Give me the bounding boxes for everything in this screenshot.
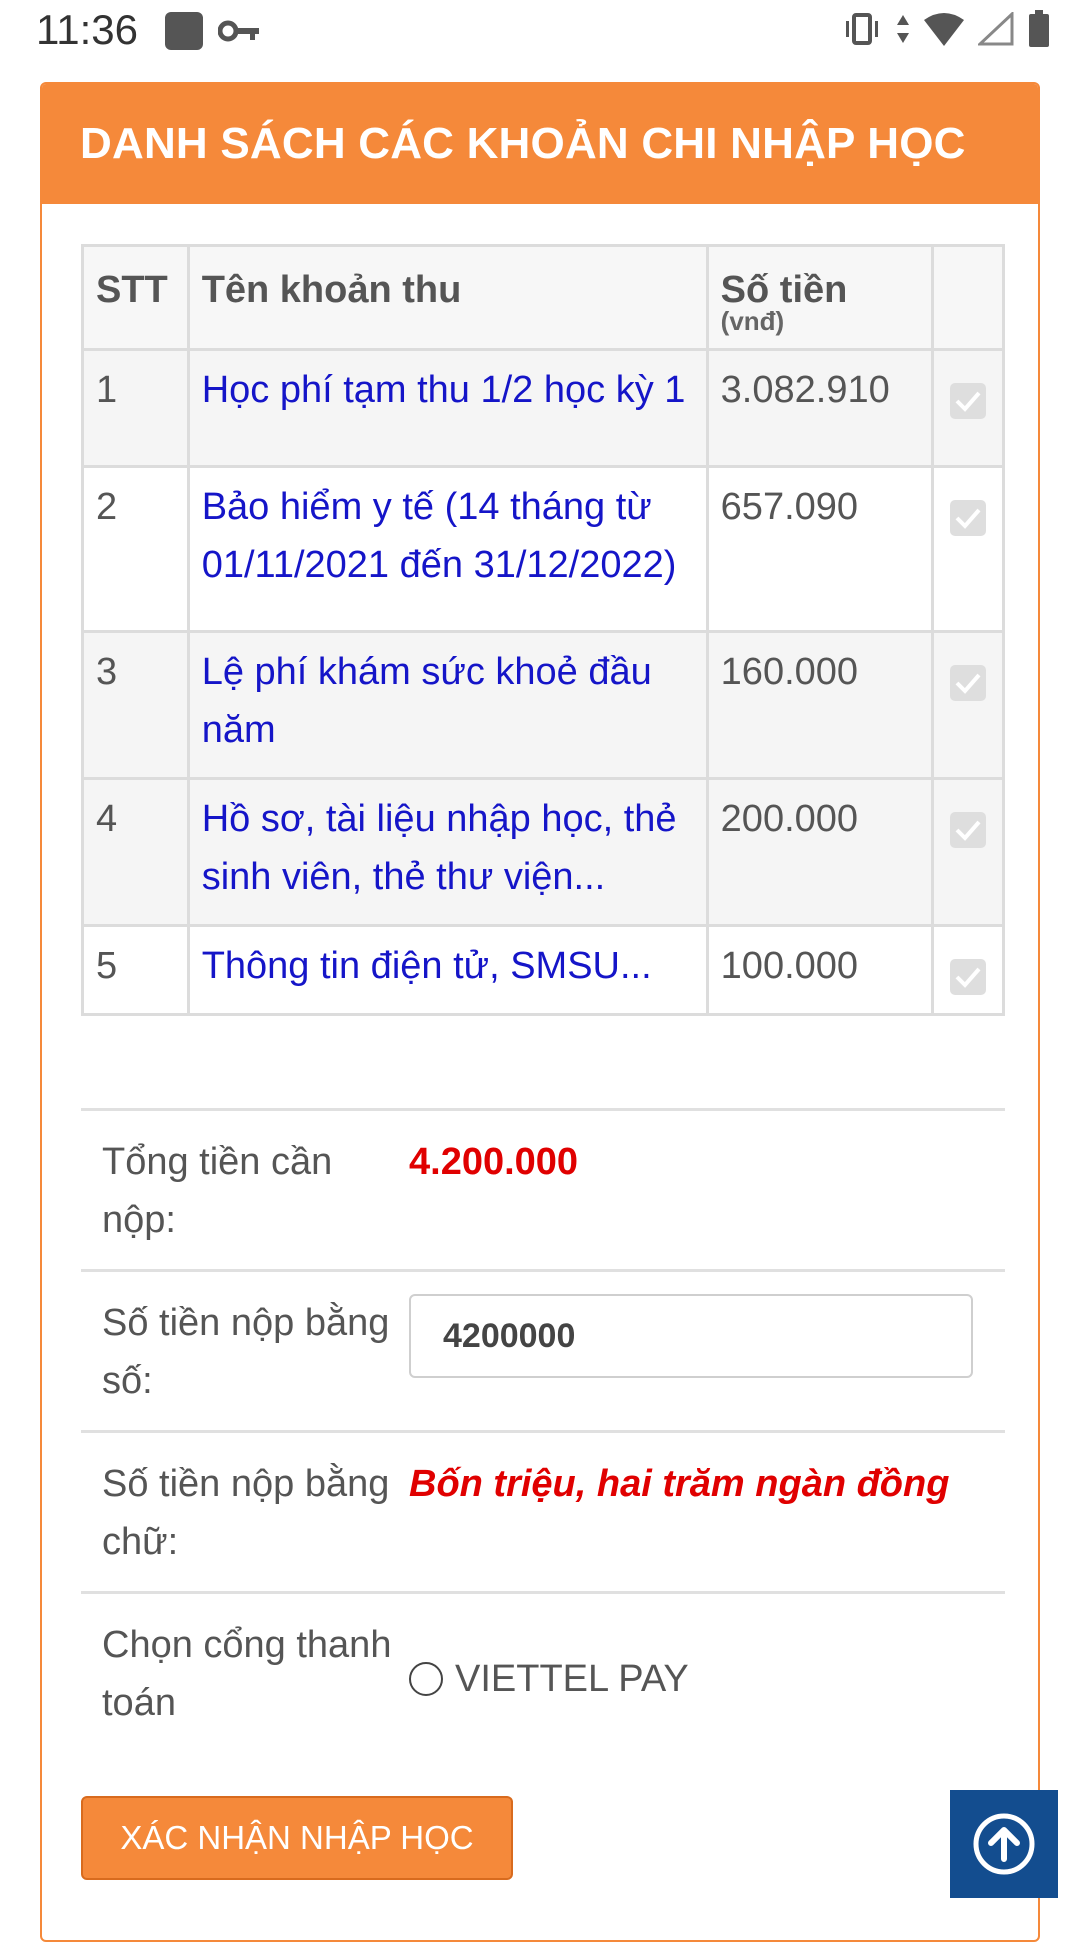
amount-number-label: Số tiền nộp bằng số: <box>102 1302 390 1402</box>
header-amount-unit: (vnđ) <box>720 306 785 336</box>
check-icon <box>955 391 981 412</box>
table-row: 3 Lệ phí khám sức khoẻ đầu năm 160.000 <box>81 630 1005 780</box>
status-time: 11:36 <box>36 6 138 53</box>
payment-summary: Tổng tiền cần nộp: 4.200.000 Số tiền nộp… <box>81 1108 1005 1752</box>
admission-fees-card: DANH SÁCH CÁC KHOẢN CHI NHẬP HỌC STT Tên… <box>40 82 1040 1942</box>
checkbox-checked[interactable] <box>950 383 987 419</box>
amount-words-label: Số tiền nộp bằng chữ: <box>102 1463 390 1563</box>
row-stt: 5 <box>81 924 190 1016</box>
arrow-up-circle-icon <box>973 1813 1035 1875</box>
row-check-cell <box>931 630 1005 780</box>
row-check-cell <box>931 777 1005 927</box>
card-title: DANH SÁCH CÁC KHOẢN CHI NHẬP HỌC <box>80 119 966 168</box>
checkbox-checked[interactable] <box>950 812 987 848</box>
amount-number-row: Số tiền nộp bằng số: <box>81 1269 1005 1430</box>
row-amount: 160.000 <box>705 630 935 780</box>
row-amount: 100.000 <box>705 924 935 1016</box>
table-row: 4 Hồ sơ, tài liệu nhập học, thẻ sinh viê… <box>81 777 1005 927</box>
gateway-label: Chọn cổng thanh toán <box>102 1624 392 1724</box>
vpn-key-icon <box>218 20 259 42</box>
gateway-option-viettel[interactable]: VIETTEL PAY <box>409 1650 1005 1708</box>
battery-icon <box>1029 10 1049 47</box>
row-check-cell <box>931 924 1005 1016</box>
status-bar: 11:36 <box>0 0 1080 62</box>
header-check <box>931 244 1005 351</box>
header-name: Tên khoản thu <box>186 244 709 351</box>
fee-table: STT Tên khoản thu Số tiền (vnđ) 1 Học ph… <box>81 244 1005 1016</box>
table-row: 5 Thông tin điện tử, SMSU... 100.000 <box>81 924 1005 1016</box>
wifi-icon <box>924 13 964 46</box>
checkbox-checked[interactable] <box>950 665 987 701</box>
total-label: Tổng tiền cần nộp: <box>102 1141 333 1241</box>
row-stt: 1 <box>81 348 190 468</box>
amount-words-value: Bốn triệu, hai trăm ngàn đồng <box>409 1463 950 1505</box>
check-icon <box>955 673 981 694</box>
amount-words-row: Số tiền nộp bằng chữ: Bốn triệu, hai tră… <box>81 1430 1005 1591</box>
check-icon <box>955 967 981 988</box>
row-name-link[interactable]: Hồ sơ, tài liệu nhập học, thẻ sinh viên,… <box>186 777 709 927</box>
row-name-link[interactable]: Lệ phí khám sức khoẻ đầu năm <box>186 630 709 780</box>
row-amount: 3.082.910 <box>705 348 935 468</box>
scroll-to-top-button[interactable] <box>950 1790 1058 1898</box>
table-row: 1 Học phí tạm thu 1/2 học kỳ 1 3.082.910 <box>81 348 1005 468</box>
vibrate-icon <box>846 13 878 45</box>
table-row: 2 Bảo hiểm y tế (14 tháng từ 01/11/2021 … <box>81 465 1005 633</box>
data-arrows-icon <box>897 15 909 43</box>
header-stt: STT <box>81 244 190 351</box>
amount-number-input[interactable] <box>409 1294 973 1378</box>
signal-icon <box>978 12 1014 46</box>
row-name-link[interactable]: Thông tin điện tử, SMSU... <box>186 924 709 1016</box>
confirm-admission-button[interactable]: XÁC NHẬN NHẬP HỌC <box>81 1796 513 1880</box>
row-stt: 3 <box>81 630 190 780</box>
row-amount: 657.090 <box>705 465 935 633</box>
row-amount: 200.000 <box>705 777 935 927</box>
gateway-row: Chọn cổng thanh toán VIETTEL PAY <box>81 1591 1005 1752</box>
row-check-cell <box>931 465 1005 633</box>
row-name-link[interactable]: Bảo hiểm y tế (14 tháng từ 01/11/2021 đế… <box>186 465 709 633</box>
check-icon <box>955 820 981 841</box>
app-square-icon <box>165 12 203 50</box>
table-header-row: STT Tên khoản thu Số tiền (vnđ) <box>81 244 1005 351</box>
card-header: DANH SÁCH CÁC KHOẢN CHI NHẬP HỌC <box>42 84 1038 204</box>
total-value: 4.200.000 <box>409 1141 579 1183</box>
gateway-option-label: VIETTEL PAY <box>455 1658 689 1700</box>
header-amount: Số tiền (vnđ) <box>705 244 935 351</box>
row-check-cell <box>931 348 1005 468</box>
total-row: Tổng tiền cần nộp: 4.200.000 <box>81 1108 1005 1269</box>
check-icon <box>955 508 981 529</box>
row-stt: 4 <box>81 777 190 927</box>
row-name-link[interactable]: Học phí tạm thu 1/2 học kỳ 1 <box>186 348 709 468</box>
amount-number-cell <box>409 1294 1005 1410</box>
checkbox-checked[interactable] <box>950 959 987 995</box>
gateway-options: VIETTEL PAY <box>409 1616 1005 1732</box>
header-amount-label: Số tiền <box>720 269 848 311</box>
checkbox-checked[interactable] <box>950 500 987 536</box>
row-stt: 2 <box>81 465 190 633</box>
radio-button[interactable] <box>409 1662 443 1696</box>
